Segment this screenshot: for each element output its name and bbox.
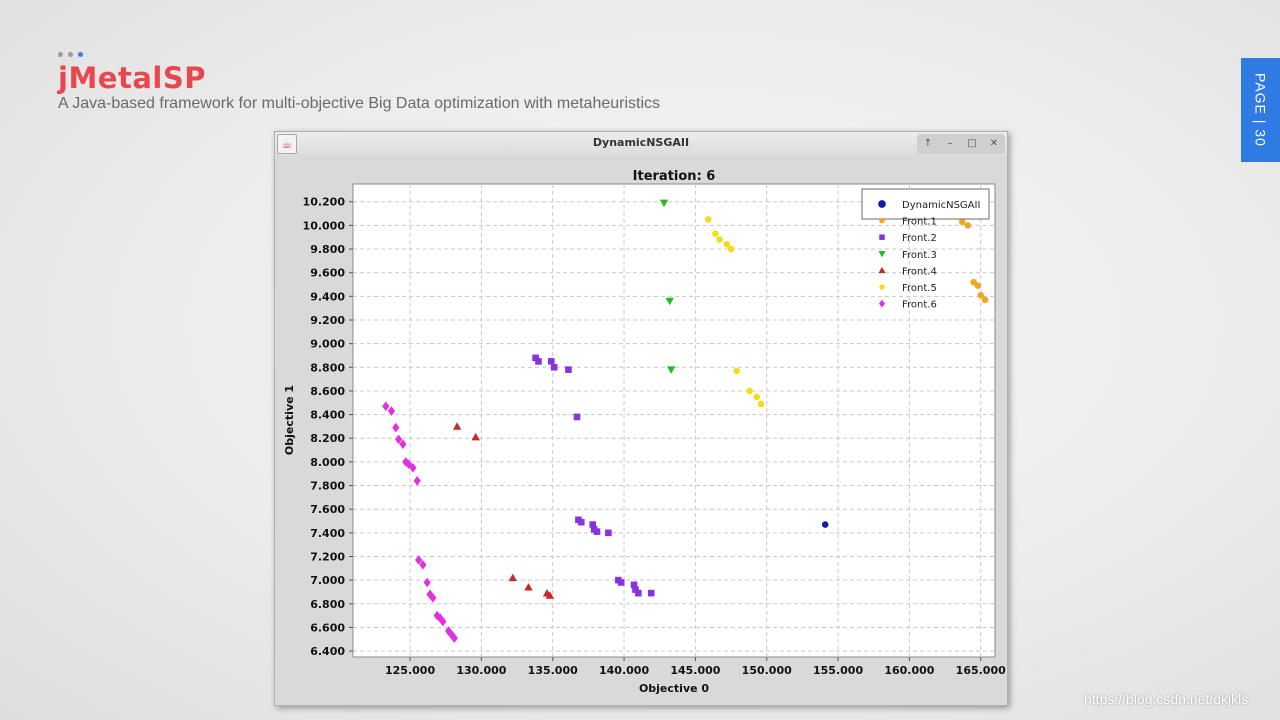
page-number-tab: PAGE | 30 xyxy=(1241,58,1280,162)
data-point xyxy=(605,529,612,537)
legend-marker xyxy=(879,284,885,290)
slide-subtitle: A Java-based framework for multi-objecti… xyxy=(58,95,661,112)
y-tick-label: 7.200 xyxy=(310,550,345,563)
data-point xyxy=(757,400,765,408)
up-icon[interactable]: ↑ xyxy=(921,137,935,151)
data-point xyxy=(727,245,735,253)
data-point xyxy=(635,589,642,597)
y-axis-label: Objective 1 xyxy=(283,385,296,455)
data-point xyxy=(821,521,829,528)
legend-label: DynamicNSGAII xyxy=(902,200,980,211)
y-tick-label: 8.400 xyxy=(310,409,345,422)
legend-marker xyxy=(878,200,886,208)
y-tick-label: 6.400 xyxy=(310,645,345,658)
legend-label: Front.5 xyxy=(902,283,937,294)
app-window: ☕ DynamicNSGAII ↑ – □ ✕ Iteration: 6 125… xyxy=(274,131,1008,706)
legend-marker xyxy=(879,234,885,240)
data-point xyxy=(733,367,741,375)
data-point xyxy=(704,216,712,223)
y-tick-label: 8.800 xyxy=(310,361,345,374)
data-point xyxy=(964,222,972,229)
y-tick-label: 9.400 xyxy=(310,290,345,303)
data-point xyxy=(565,366,572,373)
data-point xyxy=(577,518,585,526)
window-titlebar[interactable]: ☕ DynamicNSGAII ↑ – □ ✕ xyxy=(275,132,1007,157)
data-point xyxy=(647,589,655,597)
data-point xyxy=(746,387,753,395)
legend-label: Front.3 xyxy=(902,250,937,261)
chart-title: Iteration: 6 xyxy=(633,169,716,184)
data-point xyxy=(958,218,966,226)
x-tick-label: 140.000 xyxy=(599,664,649,677)
legend-label: Front.2 xyxy=(902,233,937,244)
x-tick-label: 135.000 xyxy=(528,664,578,677)
dot-indicator xyxy=(58,52,63,57)
legend-label: Front.4 xyxy=(902,266,937,277)
y-tick-label: 8.200 xyxy=(310,432,345,445)
slide-title: jMetalSP xyxy=(58,61,206,95)
x-axis-label: Objective 0 xyxy=(639,682,709,695)
data-point xyxy=(593,528,601,535)
x-tick-label: 165.000 xyxy=(956,664,1006,677)
page-number-label: PAGE | 30 xyxy=(1252,73,1269,147)
x-tick-label: 130.000 xyxy=(456,664,506,677)
y-tick-label: 9.200 xyxy=(310,314,345,327)
legend-label: Front.6 xyxy=(902,300,937,311)
dot-indicator xyxy=(68,52,73,57)
y-tick-label: 7.000 xyxy=(310,574,345,587)
data-point xyxy=(974,282,982,289)
x-tick-label: 145.000 xyxy=(670,664,720,677)
x-tick-label: 160.000 xyxy=(884,664,934,677)
slide-header: jMetalSP A Java-based framework for mult… xyxy=(58,52,660,113)
watermark: https://blog.csdn.net/dkjkls xyxy=(1084,691,1249,707)
y-tick-label: 10.200 xyxy=(303,196,346,209)
y-tick-label: 9.800 xyxy=(310,243,345,256)
window-title: DynamicNSGAII xyxy=(592,136,690,149)
x-tick-label: 155.000 xyxy=(813,664,863,677)
y-tick-label: 10.000 xyxy=(303,219,346,232)
legend-label: Front.1 xyxy=(902,217,937,228)
window-controls: ↑ – □ ✕ xyxy=(917,134,1005,154)
scatter-chart: Iteration: 6 125.000 130.000 135.000 140.00… xyxy=(275,156,1007,705)
y-tick-label: 9.000 xyxy=(310,338,345,351)
y-tick-label: 7.800 xyxy=(310,480,345,493)
data-point xyxy=(716,236,723,243)
decorative-dots xyxy=(58,52,660,57)
y-tick-label: 8.600 xyxy=(310,385,345,398)
y-tick-label: 7.400 xyxy=(310,527,345,540)
y-tick-label: 8.000 xyxy=(310,456,345,469)
data-point xyxy=(573,413,581,421)
x-tick-label: 150.000 xyxy=(742,664,792,677)
y-tick-label: 9.600 xyxy=(310,267,345,280)
close-icon[interactable]: ✕ xyxy=(987,137,1001,151)
y-tick-label: 6.800 xyxy=(310,598,345,611)
data-point xyxy=(617,579,625,586)
minimize-icon[interactable]: – xyxy=(943,137,957,151)
dot-indicator-active xyxy=(78,52,83,57)
y-tick-label: 6.600 xyxy=(310,621,345,634)
plot-area xyxy=(352,183,996,658)
data-point xyxy=(548,358,555,365)
data-point xyxy=(712,230,719,237)
data-point xyxy=(753,393,761,401)
data-point xyxy=(550,363,558,371)
maximize-icon[interactable]: □ xyxy=(965,137,979,151)
data-point xyxy=(535,358,542,365)
data-point xyxy=(981,296,989,304)
x-tick-label: 125.000 xyxy=(385,664,435,677)
legend-marker xyxy=(879,217,885,224)
y-tick-label: 7.600 xyxy=(310,503,345,516)
